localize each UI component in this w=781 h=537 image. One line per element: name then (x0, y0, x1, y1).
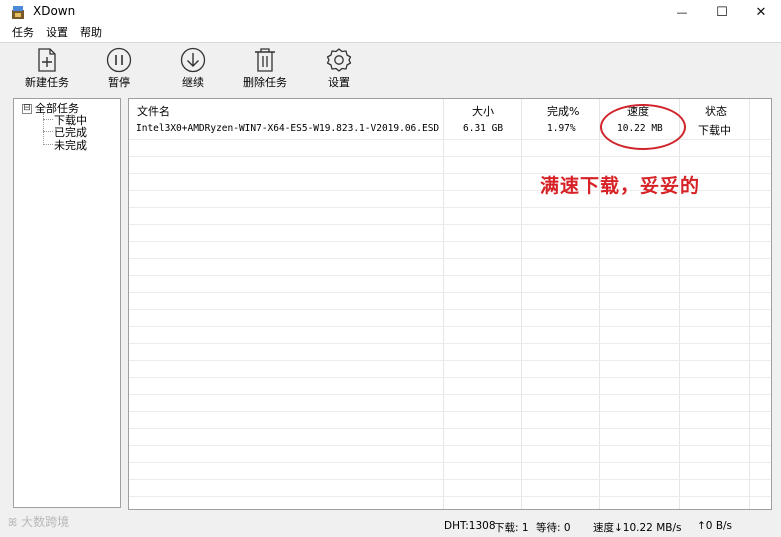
row-gridline (129, 156, 771, 157)
resume-button[interactable]: 继续 (160, 45, 226, 93)
delete-task-button[interactable]: 删除任务 (232, 45, 298, 93)
category-tree: ⊟ 全部任务 下载中 已完成 未完成 (13, 98, 121, 508)
title-bar[interactable]: XDown — ☐ ✕ (0, 0, 781, 24)
row-gridline (129, 207, 771, 208)
row-gridline (129, 326, 771, 327)
tree-connector (43, 131, 53, 132)
resume-label: 继续 (182, 76, 204, 89)
tree-connector (43, 119, 53, 120)
column-divider (599, 99, 600, 509)
row-gridline (129, 292, 771, 293)
pause-button[interactable]: 暂停 (86, 45, 152, 93)
settings-button[interactable]: 设置 (306, 45, 372, 93)
column-divider (749, 99, 750, 509)
maximize-icon: ☐ (716, 4, 728, 20)
column-header-status[interactable]: 状态 (705, 103, 727, 119)
row-gridline (129, 377, 771, 378)
status-download-speed: 速度↓10.22 MB/s (593, 522, 682, 534)
row-gridline (129, 411, 771, 412)
status-bar: DHT:1308 下载: 1 等待: 0 速度↓10.22 MB/s ↑0 B/… (0, 514, 781, 537)
status-upload-speed: ↑0 B/s (697, 520, 733, 532)
maximize-button[interactable]: ☐ (700, 0, 744, 24)
new-task-button[interactable]: 新建任务 (14, 45, 80, 93)
row-gridline (129, 343, 771, 344)
delete-task-label: 删除任务 (243, 76, 287, 89)
cell-status: 下载中 (698, 124, 731, 137)
column-header-size[interactable]: 大小 (472, 103, 494, 119)
speed-highlight-circle (600, 104, 686, 150)
row-gridline (129, 224, 771, 225)
xdown-app-icon (12, 6, 24, 19)
settings-label: 设置 (328, 76, 350, 89)
trash-icon (255, 48, 275, 72)
menu-bar: 任务 设置 帮助 (0, 24, 781, 42)
wechat-icon: ꕤ (8, 516, 18, 529)
minimize-button[interactable]: — (660, 0, 704, 24)
annotation-caption: 满速下载，妥妥的 (540, 175, 701, 197)
menu-task[interactable]: 任务 (6, 24, 40, 42)
row-gridline (129, 394, 771, 395)
pause-icon (106, 47, 132, 73)
status-waiting: 等待: 0 (536, 522, 571, 534)
row-gridline (129, 479, 771, 480)
pause-label: 暂停 (108, 76, 130, 89)
menu-help[interactable]: 帮助 (74, 24, 108, 42)
new-file-icon (38, 48, 56, 72)
new-task-label: 新建任务 (25, 76, 69, 89)
cell-size: 6.31 GB (463, 123, 504, 134)
cell-progress: 1.97% (547, 123, 576, 134)
row-gridline (129, 462, 771, 463)
column-divider (443, 99, 444, 509)
window-title: XDown (33, 4, 76, 18)
close-button[interactable]: ✕ (739, 0, 781, 24)
minimize-icon: — (676, 5, 688, 19)
menu-settings[interactable]: 设置 (40, 24, 74, 42)
close-icon: ✕ (755, 4, 767, 20)
toolbar: 新建任务 暂停 继续 删除任务 设置 (0, 42, 781, 94)
tree-connector (43, 113, 44, 145)
gear-icon (326, 48, 352, 72)
xdown-window: XDown — ☐ ✕ 任务 设置 帮助 新建任务 暂停 继续 删除任务 设置 … (0, 0, 781, 537)
watermark-text: 大数跨境 (21, 515, 70, 529)
column-header-progress[interactable]: 完成% (547, 103, 579, 119)
tree-item-incomplete[interactable]: 未完成 (54, 137, 87, 153)
download-arrow-icon (180, 47, 206, 73)
row-gridline (129, 258, 771, 259)
row-gridline (129, 241, 771, 242)
column-divider (679, 99, 680, 509)
status-dht: DHT:1308 (444, 520, 496, 532)
watermark: ꕤ 大数跨境 (8, 513, 69, 530)
tree-connector (43, 144, 53, 145)
collapse-icon[interactable]: ⊟ (22, 104, 32, 114)
row-gridline (129, 445, 771, 446)
column-header-filename[interactable]: 文件名 (137, 103, 170, 119)
row-gridline (129, 309, 771, 310)
row-gridline (129, 428, 771, 429)
task-list[interactable]: 文件名 大小 完成% 速度 状态 Intel3X0+AMDRyzen-WIN7-… (128, 98, 772, 510)
status-downloading: 下载: 1 (494, 522, 529, 534)
column-divider (521, 99, 522, 509)
cell-filename: Intel3X0+AMDRyzen-WIN7-X64-ES5-W19.823.1… (136, 123, 440, 134)
row-gridline (129, 275, 771, 276)
row-gridline (129, 496, 771, 497)
row-gridline (129, 360, 771, 361)
